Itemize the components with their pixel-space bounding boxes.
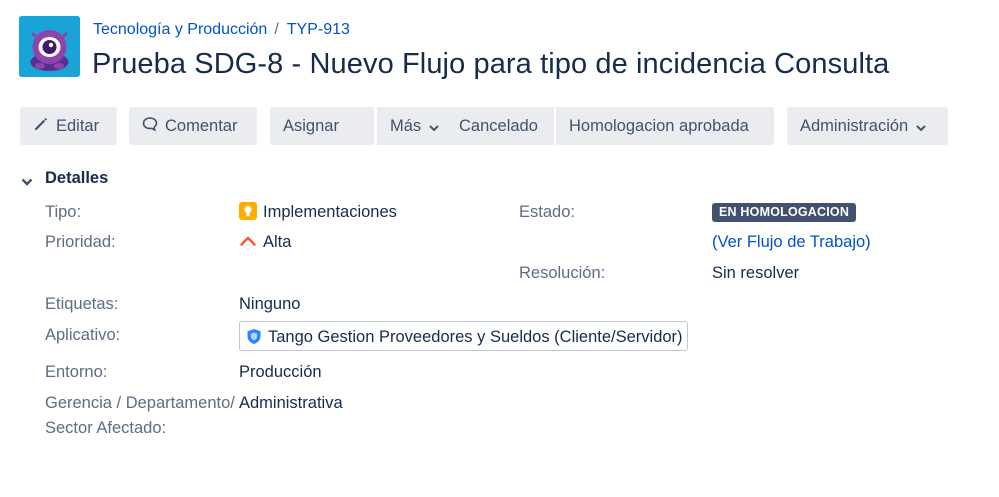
arrow-up-icon <box>239 232 257 257</box>
type-value-text: Implementaciones <box>263 203 397 221</box>
priority-label: Prioridad: <box>45 233 116 251</box>
type-value: Implementaciones <box>239 200 397 227</box>
chevron-down-icon <box>916 108 926 146</box>
comment-bubble-icon <box>142 108 158 146</box>
management-value: Administrativa <box>239 394 343 412</box>
environment-label: Entorno: <box>45 363 108 381</box>
lightbulb-icon <box>239 202 257 227</box>
breadcrumb-project-link[interactable]: Tecnología y Producción <box>93 21 267 38</box>
status-badge[interactable]: EN HOMOLOGACION <box>712 203 857 222</box>
issue-toolbar: Editar Comentar Asignar Más Cancelado Ho… <box>20 107 980 145</box>
resolution-label: Resolución: <box>519 264 606 282</box>
edit-button-label: Editar <box>56 117 100 135</box>
assign-button[interactable]: Asignar <box>270 107 374 145</box>
homologation-approved-label: Homologacion aprobada <box>569 117 749 135</box>
comment-button[interactable]: Comentar <box>129 107 257 145</box>
project-avatar[interactable] <box>19 16 80 77</box>
labels-label: Etiquetas: <box>45 295 119 313</box>
cancelled-transition-button[interactable]: Cancelado <box>446 107 554 145</box>
workflow-close-paren: ) <box>865 233 871 251</box>
assign-button-label: Asignar <box>283 117 339 135</box>
cancelled-button-label: Cancelado <box>459 117 538 135</box>
labels-value[interactable]: Ninguno <box>239 292 300 316</box>
pencil-icon <box>33 108 49 146</box>
status-label: Estado: <box>519 203 575 221</box>
chevron-down-icon[interactable] <box>21 171 33 195</box>
breadcrumb: Tecnología y Producción / TYP-913 <box>93 19 350 41</box>
application-label: Aplicativo: <box>45 326 121 344</box>
shield-icon <box>246 325 262 355</box>
breadcrumb-separator: / <box>274 21 279 38</box>
issue-header: Tecnología y Producción / TYP-913 Prueba S… <box>19 16 979 80</box>
homologation-approved-button[interactable]: Homologacion aprobada <box>556 107 774 145</box>
priority-value-text: Alta <box>263 233 292 251</box>
administration-button-label: Administración <box>800 117 909 135</box>
type-label: Tipo: <box>45 203 82 221</box>
workflow-link-container: (Ver Flujo de Trabajo) <box>712 230 871 254</box>
project-avatar-icon <box>19 16 80 77</box>
more-button-label: Más <box>390 117 422 135</box>
chevron-down-icon <box>429 108 439 146</box>
priority-value: Alta <box>239 230 291 257</box>
environment-value: Producción <box>239 363 322 381</box>
management-label: Gerencia / Departamento/ Sector Afectado… <box>45 394 235 437</box>
administration-button[interactable]: Administración <box>787 107 948 145</box>
details-section-title: Detalles <box>45 169 109 187</box>
application-chip[interactable]: Tango Gestion Proveedores y Sueldos (Cli… <box>239 321 688 351</box>
application-chip-label: Tango Gestion Proveedores y Sueldos (Cli… <box>268 328 683 346</box>
edit-button[interactable]: Editar <box>20 107 117 145</box>
issue-title[interactable]: Prueba SDG-8 - Nuevo Flujo para tipo de … <box>92 46 889 82</box>
view-workflow-link[interactable]: Ver Flujo de Trabajo <box>718 233 866 251</box>
breadcrumb-issue-key-link[interactable]: TYP-913 <box>287 21 350 38</box>
resolution-value: Sin resolver <box>712 264 800 282</box>
comment-button-label: Comentar <box>165 117 238 135</box>
more-button[interactable]: Más <box>377 107 453 145</box>
